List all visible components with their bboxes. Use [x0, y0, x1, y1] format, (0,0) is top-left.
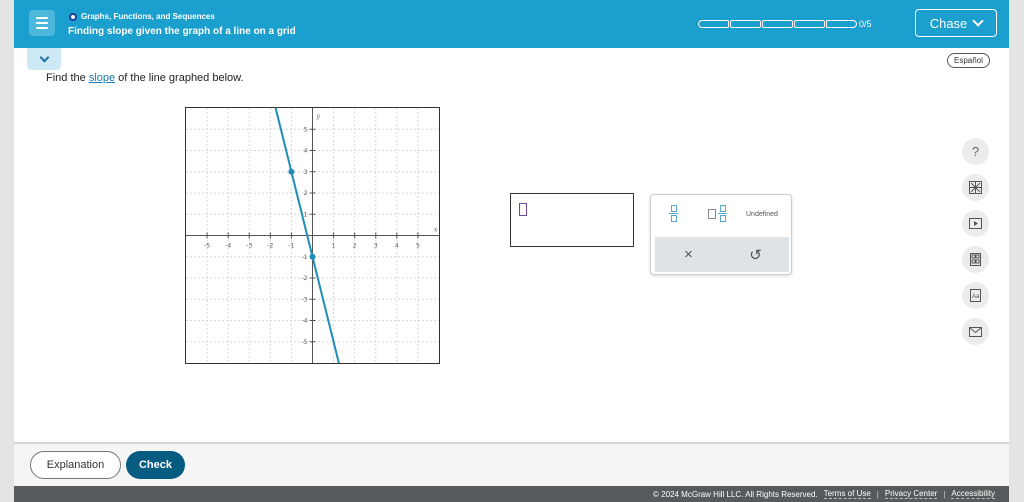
x-tick-label: 4 [395, 243, 399, 250]
hamburger-icon [36, 17, 48, 19]
user-name: Chase [929, 15, 968, 31]
progress-segment [698, 20, 729, 28]
top-header: Graphs, Functions, and Sequences Finding… [14, 0, 1009, 48]
explanation-button[interactable]: Explanation [30, 451, 121, 479]
coordinate-graph: -5 -4 -3 -2 -1 1 2 3 4 5 5 4 3 2 1 -1 -2 -3 -4 -5 x y [185, 107, 440, 364]
prompt-text-before: Find the [46, 72, 89, 84]
topic-text: Graphs, Functions, and Sequences [81, 12, 215, 21]
undo-button[interactable]: ↺ [722, 237, 789, 272]
topic-label: Graphs, Functions, and Sequences [69, 12, 215, 21]
app-frame: Graphs, Functions, and Sequences Finding… [14, 0, 1009, 502]
periodic-table-icon [970, 253, 981, 266]
legal-footer: © 2024 McGraw Hill LLC. All Rights Reser… [14, 486, 1009, 502]
mail-icon [969, 326, 982, 337]
y-tick-label: -1 [302, 254, 308, 261]
x-tick-label: -3 [246, 243, 252, 250]
progress-segment [826, 20, 857, 28]
progress-segment [794, 20, 825, 28]
x-tick-label: 3 [374, 243, 378, 250]
x-tick-label: -4 [225, 243, 231, 250]
slope-link[interactable]: slope [89, 72, 115, 84]
undo-icon: ↺ [749, 246, 762, 264]
user-menu-button[interactable]: Chase [915, 9, 997, 37]
line-point [288, 168, 295, 175]
progress-segment [730, 20, 761, 28]
separator: | [943, 489, 946, 499]
help-button[interactable]: ? [962, 138, 989, 165]
y-axis-label: y [316, 113, 321, 120]
bottom-action-bar: Explanation Check [14, 444, 1009, 486]
question-prompt: Find the slope of the line graphed below… [46, 72, 244, 84]
menu-button[interactable] [29, 10, 55, 36]
topic-dot-icon [69, 12, 77, 21]
lesson-title: Finding slope given the graph of a line … [68, 26, 296, 37]
video-icon [969, 218, 982, 229]
dictionary-icon: Aa [970, 289, 981, 302]
periodic-table-button[interactable] [962, 246, 989, 273]
x-tick-label: -5 [204, 243, 210, 250]
help-icon: ? [971, 144, 980, 159]
x-tick-label: 2 [353, 243, 357, 250]
y-tick-label: -2 [302, 275, 308, 282]
check-button[interactable]: Check [126, 451, 185, 479]
line-point [309, 253, 316, 260]
progress-segment [762, 20, 793, 28]
language-toggle-button[interactable]: Español [947, 53, 990, 68]
close-icon: × [684, 246, 693, 263]
privacy-link[interactable]: Privacy Center [884, 489, 938, 499]
clear-button[interactable]: × [655, 237, 722, 272]
x-tick-label: -1 [288, 243, 294, 250]
calculator-button[interactable] [962, 174, 989, 201]
progress-count: 0/5 [859, 19, 872, 29]
svg-text:Aa: Aa [972, 294, 980, 300]
x-axis-label: x [434, 227, 438, 234]
y-tick-label: 3 [304, 169, 308, 176]
separator: | [876, 489, 879, 499]
fraction-icon[interactable] [669, 205, 678, 222]
mixed-number-icon[interactable] [708, 205, 727, 222]
accessibility-link[interactable]: Accessibility [951, 489, 995, 499]
graph-canvas: -5 -4 -3 -2 -1 1 2 3 4 5 5 4 3 2 1 -1 -2 -3 -4 -5 x y [186, 108, 439, 363]
y-tick-label: -4 [302, 318, 308, 325]
y-tick-label: 1 [304, 211, 308, 218]
x-tick-label: 1 [332, 243, 336, 250]
y-tick-label: -5 [302, 339, 308, 346]
y-tick-label: -3 [302, 296, 308, 303]
collapse-toggle[interactable] [27, 48, 61, 70]
y-tick-label: 5 [304, 126, 308, 133]
video-button[interactable] [962, 210, 989, 237]
x-tick-label: -2 [267, 243, 273, 250]
prompt-text-after: of the line graphed below. [115, 72, 244, 84]
math-keypad: Undefined × ↺ [650, 194, 792, 275]
input-cursor-placeholder [519, 203, 527, 216]
calculator-icon [969, 181, 982, 194]
answer-input[interactable] [510, 193, 634, 247]
chevron-down-icon [39, 52, 49, 62]
copyright-text: © 2024 McGraw Hill LLC. All Rights Reser… [653, 489, 818, 499]
dictionary-button[interactable]: Aa [962, 282, 989, 309]
undefined-button[interactable]: Undefined [746, 211, 778, 218]
chevron-down-icon [972, 15, 984, 27]
y-tick-label: 2 [304, 190, 308, 197]
x-tick-label: 5 [416, 243, 420, 250]
progress-bar [698, 20, 857, 28]
terms-link[interactable]: Terms of Use [823, 489, 871, 499]
y-tick-label: 4 [304, 148, 308, 155]
mail-button[interactable] [962, 318, 989, 345]
